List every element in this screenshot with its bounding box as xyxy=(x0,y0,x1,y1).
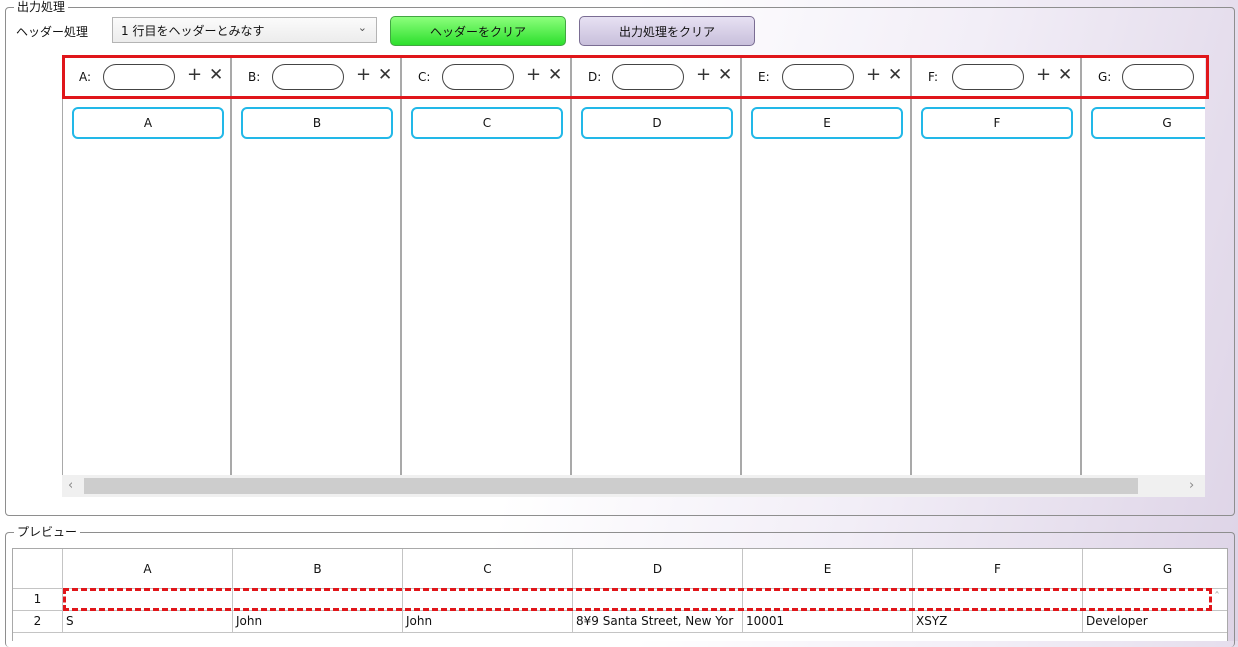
scroll-left-icon[interactable]: ‹ xyxy=(68,478,73,493)
column-name-input[interactable] xyxy=(782,64,854,90)
scroll-up-icon[interactable]: ˆ xyxy=(1214,590,1220,604)
row-number: 2 xyxy=(13,611,63,633)
column-chip[interactable]: F xyxy=(921,107,1073,139)
column-chip[interactable]: A xyxy=(72,107,224,139)
table-row: 2 S John John 8¥9 Santa Street, New Yor 10001… xyxy=(13,611,1227,633)
table-cell: 10001 xyxy=(743,611,913,633)
header-mode-label: ヘッダー処理 xyxy=(16,25,89,39)
column-header-cell[interactable]: E xyxy=(743,549,913,589)
corner-cell xyxy=(13,549,63,589)
plus-icon[interactable]: + xyxy=(1036,65,1051,85)
column-chip[interactable]: G xyxy=(1091,107,1205,139)
close-icon[interactable]: ✕ xyxy=(888,65,902,85)
mapping-column: G:+✕ G xyxy=(1082,57,1205,475)
mapping-column-header: G:+✕ xyxy=(1082,57,1205,97)
column-chip[interactable]: D xyxy=(581,107,733,139)
table-cell xyxy=(573,589,743,611)
plus-icon[interactable]: + xyxy=(526,65,541,85)
preview-table: A B C D E F G 1 2 S John John 8¥9 Santa Street, New … xyxy=(12,548,1228,641)
close-icon[interactable]: ✕ xyxy=(209,65,223,85)
column-name-input[interactable] xyxy=(103,64,175,90)
column-header-cell[interactable]: F xyxy=(913,549,1083,589)
column-key-label: D: xyxy=(588,70,602,84)
column-key-label: G: xyxy=(1098,70,1112,84)
column-key-label: A: xyxy=(79,70,92,84)
plus-icon[interactable]: + xyxy=(696,65,711,85)
clear-header-button[interactable]: ヘッダーをクリア xyxy=(390,16,566,46)
horizontal-scrollbar[interactable]: ‹ › xyxy=(62,475,1205,497)
clear-output-button[interactable]: 出力処理をクリア xyxy=(579,16,755,46)
scroll-right-icon[interactable]: › xyxy=(1189,478,1194,493)
column-key-label: E: xyxy=(758,70,770,84)
table-cell xyxy=(1083,589,1227,611)
scrollbar-thumb[interactable] xyxy=(84,478,1138,494)
table-cell xyxy=(233,589,403,611)
close-icon[interactable]: ✕ xyxy=(1058,65,1072,85)
column-header-cell[interactable]: A xyxy=(63,549,233,589)
column-header-cell[interactable]: G xyxy=(1083,549,1227,589)
table-cell: John xyxy=(403,611,573,633)
mapping-column-header: D: + ✕ xyxy=(572,57,740,97)
column-name-input[interactable] xyxy=(1122,64,1194,90)
table-cell xyxy=(63,589,233,611)
row-number: 1 xyxy=(13,589,63,611)
mapping-column-header: C: + ✕ xyxy=(402,57,570,97)
table-cell: Developer xyxy=(1083,611,1227,633)
table-cell: 8¥9 Santa Street, New Yor xyxy=(573,611,743,633)
table-cell xyxy=(913,589,1083,611)
close-icon[interactable]: ✕ xyxy=(548,65,562,85)
column-chip[interactable]: C xyxy=(411,107,563,139)
column-key-label: B: xyxy=(248,70,261,84)
column-key-label: F: xyxy=(928,70,939,84)
column-mapping-area: A: + ✕ A B: + ✕ B C: + ✕ C D: + ✕ D E: + ✕ E F: + ✕ F G:+✕ G ‹ › xyxy=(62,57,1205,497)
mapping-column-header: F: + ✕ xyxy=(912,57,1080,97)
column-name-input[interactable] xyxy=(442,64,514,90)
column-name-input[interactable] xyxy=(952,64,1024,90)
column-chip[interactable]: E xyxy=(751,107,903,139)
table-cell xyxy=(403,589,573,611)
column-key-label: C: xyxy=(418,70,431,84)
mapping-column-header: E: + ✕ xyxy=(742,57,910,97)
plus-icon[interactable]: + xyxy=(866,65,881,85)
column-name-input[interactable] xyxy=(272,64,344,90)
plus-icon[interactable]: + xyxy=(356,65,371,85)
close-icon[interactable]: ✕ xyxy=(378,65,392,85)
chevron-down-icon: ⌄ xyxy=(357,21,367,34)
column-header-cell[interactable]: C xyxy=(403,549,573,589)
column-header-cell[interactable]: B xyxy=(233,549,403,589)
header-mode-select[interactable]: 1 行目をヘッダーとみなす ⌄ xyxy=(112,17,377,43)
mapping-column: D: + ✕ D xyxy=(572,57,742,475)
table-cell xyxy=(743,589,913,611)
column-chip[interactable]: B xyxy=(241,107,393,139)
mapping-column: E: + ✕ E xyxy=(742,57,912,475)
column-header-cell[interactable]: D xyxy=(573,549,743,589)
plus-icon[interactable]: + xyxy=(187,65,202,85)
mapping-column-header: B: + ✕ xyxy=(232,57,400,97)
table-cell: XSYZ xyxy=(913,611,1083,633)
close-icon[interactable]: ✕ xyxy=(718,65,732,85)
column-name-input[interactable] xyxy=(612,64,684,90)
output-processing-title: 出力処理 xyxy=(14,0,69,15)
header-mode-value: 1 行目をヘッダーとみなす xyxy=(121,24,265,38)
table-cell: John xyxy=(233,611,403,633)
preview-header-row: ABCDEFG xyxy=(13,549,1227,589)
preview-title: プレビュー xyxy=(14,524,81,540)
mapping-column: A: + ✕ A xyxy=(62,57,232,475)
mapping-column: F: + ✕ F xyxy=(912,57,1082,475)
table-row: 1 xyxy=(13,589,1227,611)
mapping-column: C: + ✕ C xyxy=(402,57,572,475)
mapping-column-header: A: + ✕ xyxy=(63,57,230,97)
table-cell: S xyxy=(63,611,233,633)
mapping-column: B: + ✕ B xyxy=(232,57,402,475)
